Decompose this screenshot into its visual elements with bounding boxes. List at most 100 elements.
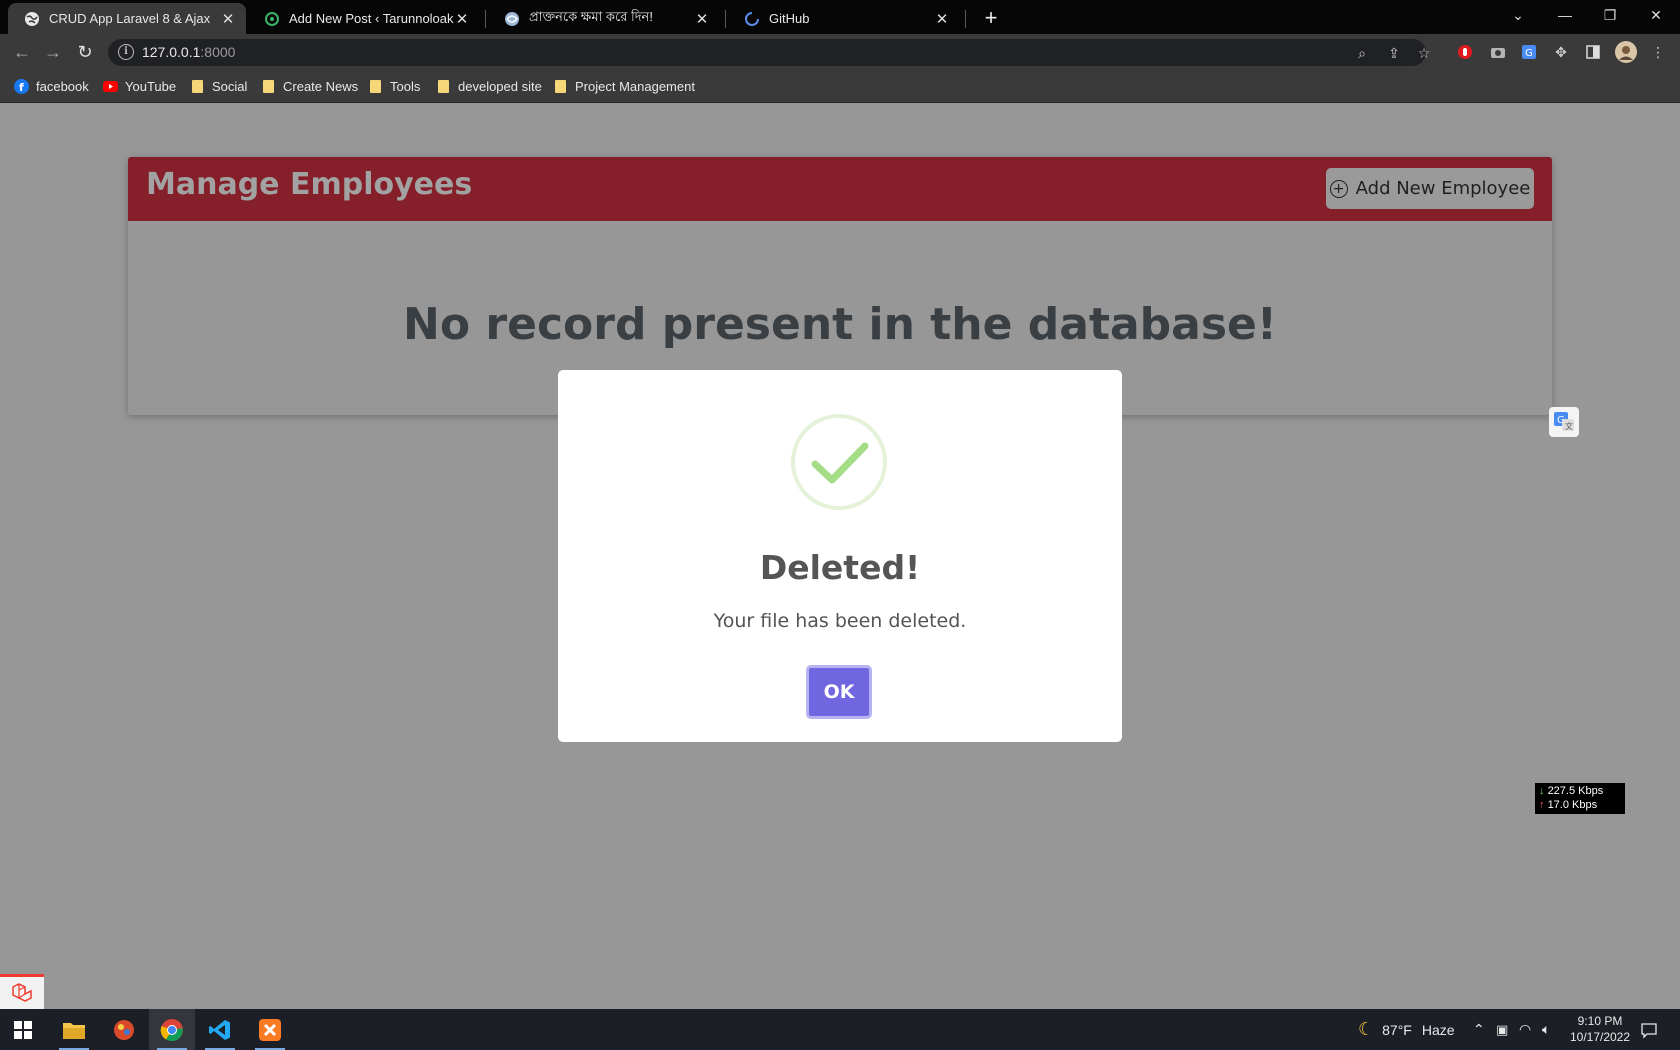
bookmark-label: YouTube bbox=[125, 78, 177, 94]
tab-title: প্রাক্তনকে ক্ষমা করে দিন! bbox=[529, 9, 653, 24]
clock-time: 9:10 PM bbox=[1577, 1014, 1623, 1028]
bookmark-folder-tools[interactable]: Tools bbox=[368, 77, 420, 95]
chrome-icon[interactable] bbox=[149, 1009, 195, 1050]
minimize-icon[interactable]: — bbox=[1545, 0, 1585, 30]
bookmark-label: facebook bbox=[36, 78, 89, 94]
vscode-icon[interactable] bbox=[197, 1009, 243, 1050]
wifi-icon[interactable]: ◠ bbox=[1519, 1009, 1531, 1050]
plus-circle-icon: + bbox=[1329, 179, 1348, 198]
windows-start-icon[interactable] bbox=[0, 1009, 46, 1050]
windows-taskbar: ☾ 87°F Haze ⌃ ▣ ◠ 🔈︎ 9:10 PM 10/17/2022 bbox=[0, 1009, 1680, 1050]
add-new-employee-button[interactable]: + Add New Employee bbox=[1326, 168, 1534, 209]
close-tab-icon[interactable]: ✕ bbox=[694, 10, 710, 28]
menu-kebab-icon[interactable]: ⋮ bbox=[1649, 43, 1667, 61]
add-button-label: Add New Employee bbox=[1355, 178, 1531, 199]
bookmark-folder-social[interactable]: Social bbox=[190, 77, 247, 95]
close-tab-icon[interactable]: ✕ bbox=[934, 10, 950, 28]
download-speed: ↓ 227.5 Kbps bbox=[1539, 784, 1621, 798]
forward-arrow-icon[interactable]: → bbox=[41, 40, 65, 64]
google-translate-icon[interactable]: G bbox=[1520, 43, 1538, 61]
tab-title: Add New Post ‹ Tarunnoloak — W bbox=[289, 11, 454, 26]
bookmark-facebook[interactable]: f facebook bbox=[14, 77, 89, 95]
folder-icon bbox=[368, 79, 383, 94]
restore-icon[interactable]: ❐ bbox=[1590, 0, 1630, 30]
profile-avatar[interactable] bbox=[1615, 41, 1637, 63]
clock-date: 10/17/2022 bbox=[1569, 1030, 1631, 1044]
bookmark-label: Tools bbox=[390, 78, 421, 94]
wordpress-icon bbox=[264, 11, 280, 27]
back-arrow-icon[interactable]: ← bbox=[10, 40, 34, 64]
tab-github[interactable]: GitHub ✕ bbox=[728, 3, 960, 34]
extensions-puzzle-icon[interactable]: ✥ bbox=[1552, 43, 1570, 61]
card-header: Manage Employees + Add New Employee bbox=[128, 157, 1552, 221]
bookmark-folder-developed-site[interactable]: developed site bbox=[436, 77, 542, 95]
close-tab-icon[interactable]: ✕ bbox=[220, 10, 236, 28]
folder-icon bbox=[190, 79, 205, 94]
weather-widget[interactable]: ☾ 87°F Haze bbox=[1358, 1009, 1455, 1050]
site-info-icon[interactable]: i bbox=[118, 44, 134, 60]
browser-tab-bar: CRUD App Laravel 8 & Ajax ✕ Add New Post… bbox=[0, 0, 1680, 34]
share-icon[interactable]: ⇪ bbox=[1386, 45, 1402, 61]
network-speed-meter: ↓ 227.5 Kbps ↑ 17.0 Kbps bbox=[1535, 783, 1625, 814]
weather-temperature: 87°F bbox=[1382, 1021, 1412, 1038]
side-panel-icon[interactable] bbox=[1584, 43, 1602, 61]
bookmark-label: developed site bbox=[458, 78, 542, 94]
extension-adblock-icon[interactable] bbox=[1456, 43, 1474, 61]
tab-bengali-article[interactable]: প্রাক্তনকে ক্ষমা করে দিন! ✕ bbox=[488, 3, 720, 34]
new-tab-button[interactable]: + bbox=[978, 5, 1004, 31]
bookmark-label: Project Management bbox=[575, 78, 695, 94]
download-speed-value: 227.5 Kbps bbox=[1547, 785, 1604, 797]
address-bar[interactable]: i 127.0.0.1:8000 ⌕ ⇪ ☆ bbox=[108, 39, 1430, 66]
download-arrow-icon: ↓ bbox=[1539, 785, 1545, 797]
tab-separator bbox=[485, 10, 486, 28]
tab-separator bbox=[965, 10, 966, 28]
file-explorer-icon[interactable] bbox=[51, 1009, 97, 1050]
empty-state-message: No record present in the database! bbox=[403, 299, 1277, 350]
bookmark-folder-project-management[interactable]: Project Management bbox=[553, 77, 695, 95]
tab-search-chevron-icon[interactable]: ⌄ bbox=[1498, 0, 1538, 30]
laravel-debugbar-icon[interactable] bbox=[0, 974, 44, 1010]
zoom-icon[interactable]: ⌕ bbox=[1354, 45, 1370, 61]
volume-icon[interactable]: 🔈︎ bbox=[1542, 1009, 1550, 1050]
swirl-icon bbox=[504, 11, 520, 27]
show-hidden-icons-chevron-icon[interactable]: ⌃ bbox=[1473, 1009, 1485, 1050]
reload-icon[interactable]: ↻ bbox=[73, 40, 97, 64]
url-text: 127.0.0.1:8000 bbox=[142, 44, 235, 60]
upload-speed: ↑ 17.0 Kbps bbox=[1539, 798, 1621, 812]
folder-icon bbox=[553, 79, 568, 94]
dialog-message: Your file has been deleted. bbox=[713, 610, 967, 632]
bookmark-label: Social bbox=[212, 78, 248, 94]
bookmark-star-icon[interactable]: ☆ bbox=[1416, 45, 1432, 61]
tab-title: CRUD App Laravel 8 & Ajax bbox=[49, 11, 211, 26]
camera-icon[interactable] bbox=[1489, 43, 1507, 61]
app-icon-paint[interactable] bbox=[101, 1009, 147, 1050]
browser-toolbar: ← → ↻ i 127.0.0.1:8000 ⌕ ⇪ ☆ G ✥ ⋮ bbox=[0, 34, 1680, 70]
upload-speed-value: 17.0 Kbps bbox=[1547, 799, 1598, 811]
google-translate-popup-icon[interactable]: G文 bbox=[1549, 407, 1579, 437]
close-tab-icon[interactable]: ✕ bbox=[454, 10, 470, 28]
bookmark-label: Create News bbox=[283, 78, 359, 94]
globe-icon bbox=[24, 11, 40, 27]
bookmark-folder-create-news[interactable]: Create News bbox=[261, 77, 358, 95]
dialog-title: Deleted! bbox=[759, 548, 921, 587]
success-check-icon bbox=[791, 414, 887, 510]
system-clock[interactable]: 9:10 PM 10/17/2022 bbox=[1560, 1013, 1640, 1045]
url-port: :8000 bbox=[200, 44, 236, 60]
tab-add-new-post[interactable]: Add New Post ‹ Tarunnoloak — W ✕ bbox=[248, 3, 480, 34]
meet-now-icon[interactable]: ▣ bbox=[1496, 1009, 1508, 1050]
upload-arrow-icon: ↑ bbox=[1539, 799, 1545, 811]
bookmark-youtube[interactable]: YouTube bbox=[103, 77, 176, 95]
xampp-icon[interactable] bbox=[247, 1009, 293, 1050]
weather-condition: Haze bbox=[1421, 1021, 1455, 1038]
url-host: 127.0.0.1 bbox=[142, 44, 201, 60]
tab-crud-app[interactable]: CRUD App Laravel 8 & Ajax ✕ bbox=[8, 3, 246, 34]
svg-text:文: 文 bbox=[1565, 421, 1573, 431]
close-window-icon[interactable]: ✕ bbox=[1636, 0, 1676, 30]
moon-weather-icon: ☾ bbox=[1358, 1019, 1375, 1039]
tab-title: GitHub bbox=[769, 11, 810, 26]
tab-separator bbox=[725, 10, 726, 28]
loading-icon bbox=[744, 11, 760, 27]
ok-button[interactable]: OK bbox=[806, 665, 872, 719]
folder-icon bbox=[436, 79, 451, 94]
notifications-icon[interactable] bbox=[1640, 1009, 1658, 1050]
